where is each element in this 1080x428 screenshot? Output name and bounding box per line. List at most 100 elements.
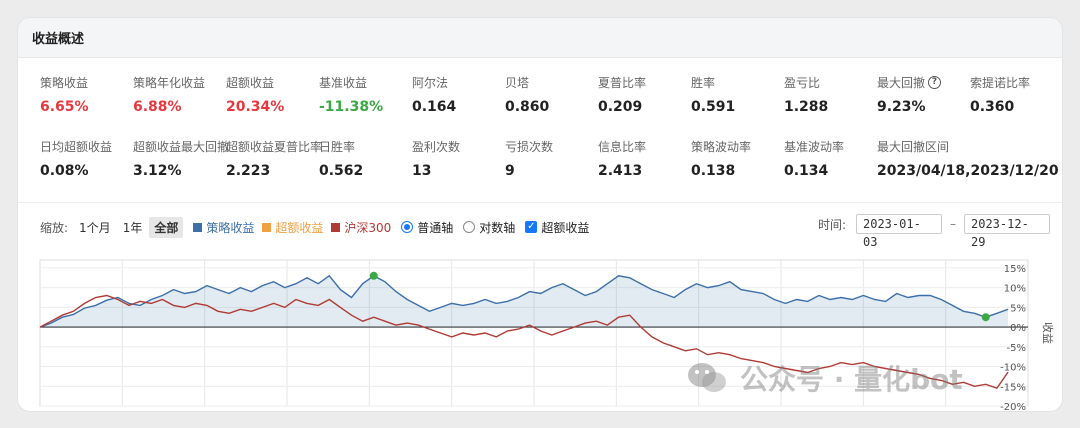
zoom-all-button[interactable]: 全部 — [149, 216, 184, 238]
metric: 策略波动率 0.138 — [691, 138, 751, 179]
metric-label-text: 超额收益 — [226, 76, 275, 90]
metric: 超额收益夏普比率 2.223 — [226, 138, 322, 179]
metric-value: 0.360 — [970, 99, 1015, 115]
metric-value: 1.288 — [784, 99, 829, 115]
show-excess-label: 超额收益 — [541, 220, 590, 235]
metric-label: 阿尔法 — [412, 74, 456, 91]
metric: 日均超额收益 0.08% — [40, 138, 112, 179]
metric-label: 盈亏比 — [784, 74, 828, 91]
drawdown-marker[interactable] — [369, 271, 378, 280]
metric-label: 盈利次数 — [412, 138, 460, 155]
metric-label-text: 超额收益最大回撤 — [133, 140, 230, 154]
help-icon[interactable]: ? — [928, 76, 942, 89]
metric-value: 9.23% — [877, 99, 926, 115]
start-date-input[interactable]: 2023-01-03 — [856, 214, 942, 249]
end-date-input[interactable]: 2023-12-29 — [964, 214, 1050, 249]
metric: 日胜率 0.562 — [319, 138, 363, 179]
metric-label-text: 最大回撤 — [877, 76, 926, 90]
metric-value: 2023/04/18,2023/12/20 — [877, 163, 1059, 179]
legend-strategy-swatch — [193, 222, 203, 232]
y-tick-label: -15% — [1000, 382, 1026, 393]
time-range: 时间: 2023-01-03 – 2023-12-29 — [817, 214, 1050, 249]
metric-label: 策略波动率 — [691, 138, 751, 155]
legend-benchmark[interactable]: 沪深300 — [331, 219, 391, 236]
metric-value: 0.562 — [319, 163, 364, 179]
metric-label: 策略年化收益 — [133, 74, 205, 91]
metric-label-text: 盈亏比 — [784, 76, 821, 90]
metric-value: 2.413 — [598, 163, 643, 179]
axis-log-label: 对数轴 — [479, 220, 516, 235]
metric-label: 日胜率 — [319, 138, 363, 155]
zoom-1m-button[interactable]: 1个月 — [74, 217, 116, 238]
legend-benchmark-swatch — [331, 222, 341, 232]
metric-label-text: 策略年化收益 — [133, 76, 206, 90]
metric-value: 0.164 — [412, 99, 457, 115]
metric: 信息比率 2.413 — [598, 138, 646, 179]
watermark-text: 公众号 · 量化bot — [740, 363, 963, 396]
date-separator: – — [950, 217, 956, 231]
metric-label-text: 盈利次数 — [412, 140, 461, 154]
metric: 胜率 0.591 — [691, 74, 735, 115]
metric-label-text: 亏损次数 — [505, 140, 554, 154]
metric-label-text: 最大回撤区间 — [877, 140, 950, 154]
metric-label: 超额收益夏普比率 — [226, 138, 322, 155]
metric: 最大回撤区间 2023/04/18,2023/12/20 — [877, 138, 1059, 179]
metric-value: 0.08% — [40, 163, 89, 179]
metric: 阿尔法 0.164 — [412, 74, 456, 115]
metric-value: 0.138 — [691, 163, 736, 179]
chart-toolbar: 缩放: 1个月 1年 全部 策略收益 超额收益 沪深300 普通轴 对数轴 ✓ … — [40, 214, 1050, 249]
y-tick-label: 5% — [1010, 303, 1026, 314]
metric: 超额收益 20.34% — [226, 74, 284, 115]
show-excess-checkbox[interactable]: ✓ — [525, 221, 538, 233]
y-tick-label: 15% — [1004, 264, 1026, 275]
metric-label: 最大回撤? — [877, 74, 942, 91]
metric-label: 策略收益 — [40, 74, 89, 91]
metric-label: 日均超额收益 — [40, 138, 112, 155]
metric-label-text: 超额收益夏普比率 — [226, 140, 323, 154]
metric-label: 超额收益 — [226, 74, 284, 91]
metric-value: -11.38% — [319, 99, 384, 115]
y-tick-label: -10% — [1000, 363, 1026, 374]
drawdown-marker[interactable] — [981, 313, 990, 322]
metric-label: 索提诺比率 — [970, 74, 1030, 91]
metric: 盈利次数 13 — [412, 138, 460, 179]
axis-normal-label: 普通轴 — [417, 220, 454, 235]
metric-label: 亏损次数 — [505, 138, 553, 155]
y-tick-label: 0% — [1010, 323, 1026, 334]
metric: 超额收益最大回撤 3.12% — [133, 138, 229, 179]
legend-excess-label: 超额收益 — [275, 220, 324, 235]
metric-label: 基准波动率 — [784, 138, 844, 155]
metric-label-text: 日胜率 — [319, 140, 356, 154]
metric-value: 0.591 — [691, 99, 736, 115]
metrics-row-1: 策略收益 6.65% 策略年化收益 6.88% 超额收益 20.34% 基准收益 -11.38… — [40, 74, 1050, 138]
metric: 贝塔 0.860 — [505, 74, 549, 115]
card-header: 收益概述 — [18, 18, 1062, 58]
axis-log-radio[interactable] — [463, 221, 476, 233]
divider — [18, 202, 1062, 203]
axis-normal-radio[interactable] — [401, 221, 414, 233]
watermark: 公众号 · 量化bot — [686, 358, 963, 398]
metric: 基准收益 -11.38% — [319, 74, 383, 115]
metric-label-text: 基准波动率 — [784, 140, 845, 154]
metric-value: 6.65% — [40, 99, 89, 115]
metric: 夏普比率 0.209 — [598, 74, 646, 115]
legend-strategy-label: 策略收益 — [206, 220, 255, 235]
metric-label-text: 阿尔法 — [412, 76, 449, 90]
y-tick-label: -20% — [1000, 402, 1026, 411]
wechat-icon — [688, 363, 726, 392]
legend-excess-swatch — [262, 222, 272, 232]
time-label: 时间: — [817, 217, 846, 232]
legend-strategy[interactable]: 策略收益 — [193, 219, 254, 236]
metric-value: 0.860 — [505, 99, 550, 115]
zoom-1y-button[interactable]: 1年 — [118, 217, 148, 238]
metric-value: 0.134 — [784, 163, 829, 179]
metric-label-text: 贝塔 — [505, 76, 530, 90]
metric-label: 超额收益最大回撤 — [133, 138, 229, 155]
metric-value: 20.34% — [226, 99, 285, 115]
metric-value: 2.223 — [226, 163, 271, 179]
metric-label-text: 夏普比率 — [598, 76, 647, 90]
legend-excess[interactable]: 超额收益 — [262, 219, 323, 236]
strategy-area — [40, 275, 1008, 328]
y-tick-label: -5% — [1007, 343, 1026, 354]
metric-label: 贝塔 — [505, 74, 549, 91]
